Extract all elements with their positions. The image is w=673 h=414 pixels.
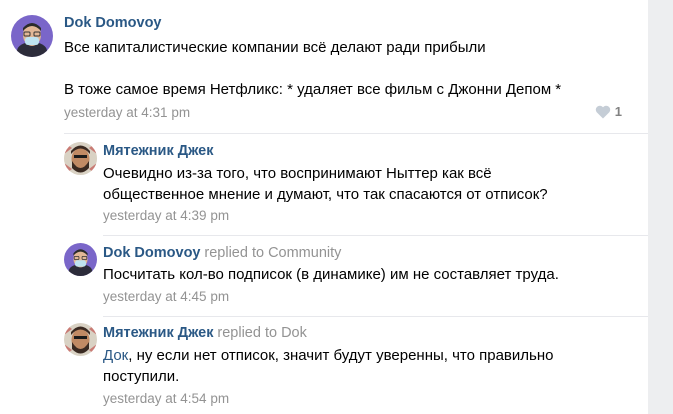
comment-3-text-line-2: поступили. (103, 368, 180, 385)
avatar-myatezhnik-jack-2[interactable] (64, 323, 97, 356)
post-text-line-2: В тоже самое время Нетфликс: * удаляет в… (64, 81, 562, 98)
avatar-dok-image (11, 15, 53, 57)
comment-1-text-line-1: Очевидно из-за того, что воспринимают Ны… (103, 165, 492, 182)
comment-3-author[interactable]: Мятежник Джек (103, 325, 214, 341)
divider (103, 316, 648, 317)
like-count: 1 (614, 104, 622, 119)
like-button[interactable]: 1 (595, 104, 622, 119)
avatar-jack-image (64, 323, 97, 356)
comment-2-replied-to[interactable]: replied to Community (204, 245, 341, 261)
divider (64, 133, 648, 134)
divider (103, 235, 648, 236)
post-author[interactable]: Dok Domovoy (64, 15, 162, 31)
avatar-dok-small-image (64, 243, 97, 276)
comment-2-header: Dok Domovoy replied to Community (103, 244, 341, 261)
mention-link[interactable]: Док (103, 347, 128, 364)
comment-1-time[interactable]: yesterday at 4:39 pm (103, 208, 229, 223)
avatar-myatezhnik-jack[interactable] (64, 142, 97, 175)
comment-1-text-line-2: общественное мнение и думают, что так сп… (103, 186, 548, 203)
post-text-line-1: Все капиталистические компании всё делаю… (64, 39, 486, 56)
avatar-jack-image (64, 142, 97, 175)
heart-icon (595, 105, 610, 118)
comment-2-text: Посчитать кол-во подписок (в динамике) и… (103, 266, 559, 283)
comment-3-text-rest: , ну если нет отписок, значит будут увер… (128, 347, 554, 364)
comment-3-header: Мятежник Джек replied to Dok (103, 324, 307, 341)
comment-3-time[interactable]: yesterday at 4:54 pm (103, 391, 229, 406)
avatar-dok-domovoy-small[interactable] (64, 243, 97, 276)
comment-1-author[interactable]: Мятежник Джек (103, 143, 214, 159)
page-background-gutter (648, 0, 673, 414)
comment-2-author[interactable]: Dok Domovoy (103, 245, 201, 261)
post-time[interactable]: yesterday at 4:31 pm (64, 105, 190, 120)
comment-2-time[interactable]: yesterday at 4:45 pm (103, 289, 229, 304)
comments-card: Dok Domovoy Все капиталистические компан… (0, 0, 648, 414)
comment-3-text-line-1: Док, ну если нет отписок, значит будут у… (103, 345, 553, 366)
comment-3-replied-to[interactable]: replied to Dok (217, 325, 306, 341)
avatar-dok-domovoy[interactable] (11, 15, 53, 57)
